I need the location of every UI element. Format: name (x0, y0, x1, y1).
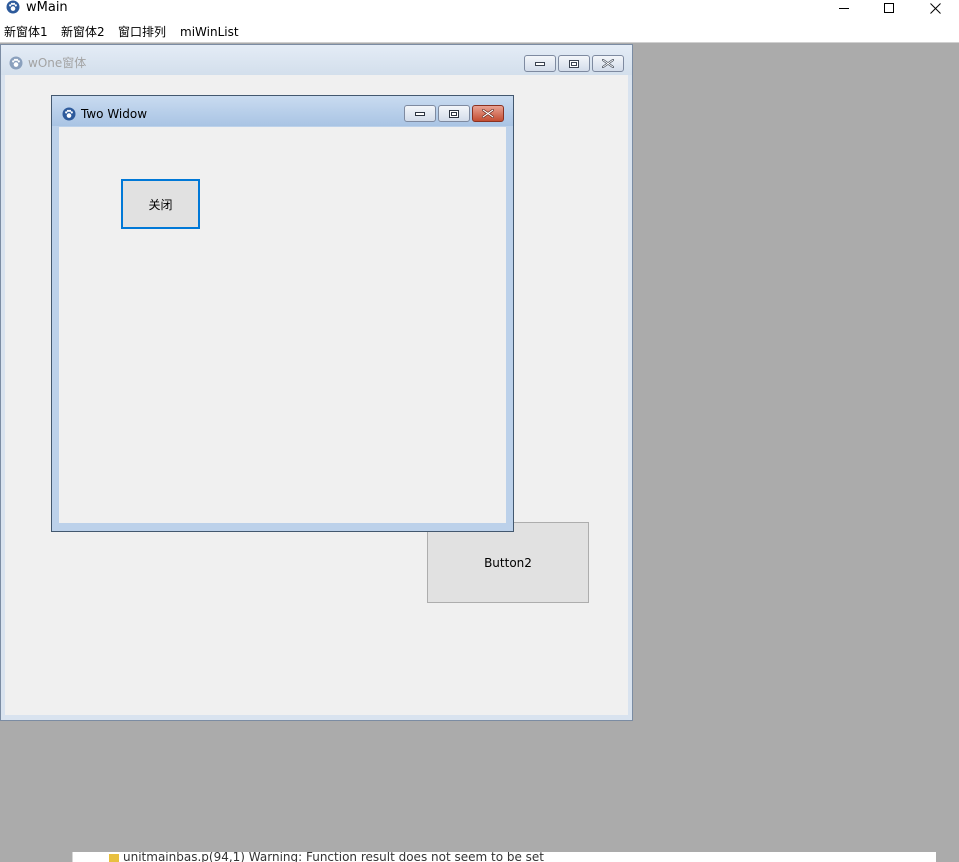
restore-icon (569, 59, 579, 68)
close-button[interactable]: 关闭 (121, 179, 200, 229)
minimize-icon (415, 111, 425, 116)
close-icon (602, 59, 614, 68)
window-one-close-button[interactable] (592, 55, 624, 72)
window-one-title-bar[interactable]: wOne窗体 (1, 45, 632, 75)
menu-item-win-list[interactable]: miWinList (180, 25, 239, 39)
maximize-icon (884, 3, 894, 13)
paw-icon (6, 0, 20, 14)
paw-icon (62, 107, 76, 121)
menu-item-window-arrange[interactable]: 窗口排列 (118, 25, 166, 39)
close-icon (929, 2, 941, 14)
close-icon (482, 109, 494, 118)
window-two-restore-button[interactable] (438, 105, 470, 122)
window-two-close-button[interactable] (472, 105, 504, 122)
window-one-restore-button[interactable] (558, 55, 590, 72)
window-two-content: 关闭 (59, 127, 506, 523)
menu-item-new-form-2[interactable]: 新窗体2 (61, 25, 105, 39)
main-maximize-button[interactable] (866, 0, 912, 16)
window-one-title: wOne窗体 (28, 56, 87, 70)
window-one-minimize-button[interactable] (524, 55, 556, 72)
log-message: unitmainbas.p(94,1) Warning: Function re… (123, 852, 545, 862)
minimize-icon (535, 61, 545, 66)
warning-icon (109, 854, 119, 862)
button2[interactable]: Button2 (427, 522, 589, 603)
window-two-minimize-button[interactable] (404, 105, 436, 122)
main-close-button[interactable] (912, 0, 958, 16)
restore-icon (449, 109, 459, 118)
message-log-panel: unitmainbas.p(94,1) Warning: Function re… (72, 852, 936, 862)
main-title-bar[interactable]: wMain (0, 0, 959, 20)
menu-bar: 新窗体1 新窗体2 窗口排列 miWinList (0, 24, 959, 42)
window-two[interactable]: Two Widow 关闭 (51, 95, 514, 532)
window-two-title: Two Widow (81, 107, 148, 121)
main-minimize-button[interactable] (821, 0, 867, 16)
paw-icon (9, 56, 23, 70)
window-two-title-bar[interactable]: Two Widow (52, 96, 513, 126)
main-window-title: wMain (26, 0, 68, 15)
minimize-icon (839, 8, 849, 9)
menu-item-new-form-1[interactable]: 新窗体1 (4, 25, 48, 39)
